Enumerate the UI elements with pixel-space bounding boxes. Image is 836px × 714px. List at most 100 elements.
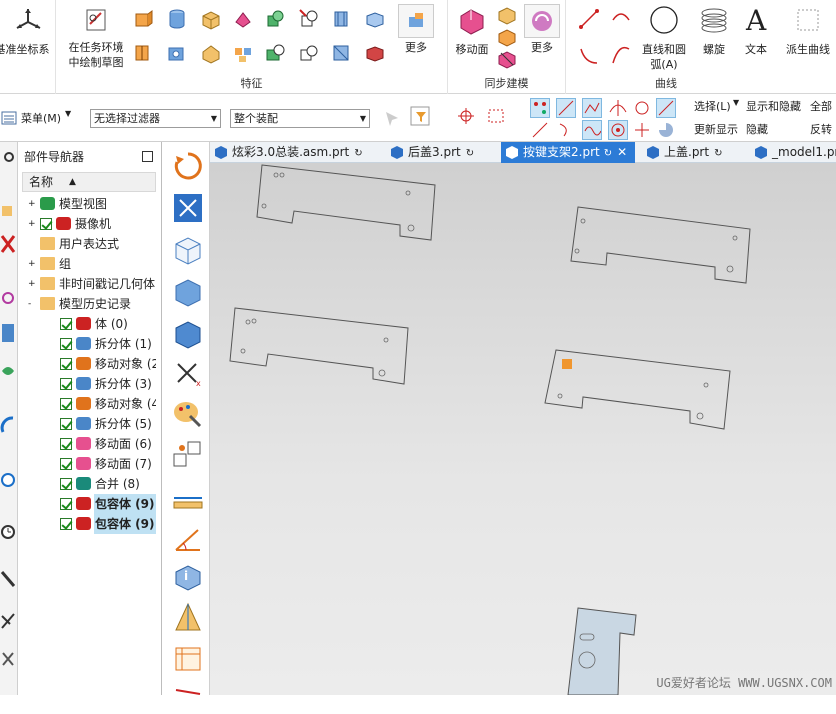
more-features-button[interactable]	[398, 4, 434, 38]
visibility-checkbox[interactable]	[60, 458, 72, 470]
part-nav-icon[interactable]	[0, 290, 16, 306]
visibility-checkbox[interactable]	[60, 518, 72, 530]
filter-funnel-icon[interactable]	[410, 106, 430, 126]
system-scene-icon[interactable]	[0, 650, 16, 668]
tools-icon[interactable]	[0, 570, 16, 588]
tree-row[interactable]: + 非时间戳记几何体	[22, 274, 156, 294]
ruler-box-icon[interactable]	[172, 642, 204, 674]
role-icon[interactable]	[0, 612, 16, 630]
reuse-library-icon[interactable]	[0, 322, 16, 344]
offset-face-icon[interactable]	[364, 8, 386, 30]
snap-control-button[interactable]	[582, 98, 602, 118]
assembly-scope-select[interactable]: 整个装配 ▼	[230, 109, 370, 128]
snap-midpoint-button[interactable]	[556, 98, 576, 118]
settings-icon[interactable]	[2, 150, 16, 164]
menu-dropdown-arrow[interactable]: ▼	[65, 109, 71, 118]
draft-icon[interactable]	[132, 42, 154, 64]
intersect-icon[interactable]	[298, 42, 320, 64]
info-icon[interactable]: i	[172, 560, 204, 592]
collapse-icon[interactable]: -	[28, 300, 36, 309]
tree-row[interactable]: 移动面 (7)	[22, 454, 156, 474]
expand-icon[interactable]: +	[28, 200, 36, 209]
pattern-icon[interactable]	[232, 42, 254, 64]
sketch-in-task-button[interactable]: 在任务环境 中绘制草图	[64, 6, 128, 70]
expand-icon[interactable]: +	[28, 220, 36, 229]
line-icon[interactable]	[578, 8, 600, 30]
name-column-header[interactable]: 名称 ▲	[22, 172, 156, 192]
update-display-button[interactable]: 更新显示	[694, 121, 738, 137]
snap-center-icon[interactable]	[632, 98, 652, 118]
selection-filter-select[interactable]: 无选择过滤器 ▼	[90, 109, 221, 128]
snap-line-icon[interactable]	[530, 120, 550, 140]
expand-icon[interactable]: +	[28, 280, 36, 289]
snap-point-icon[interactable]	[456, 106, 476, 126]
snap-point-on-curve-button[interactable]	[608, 120, 628, 140]
assembly-nav-icon[interactable]	[0, 202, 16, 218]
line-and-arc-button[interactable]: 直线和圆 弧(A)	[636, 4, 692, 72]
tree-row[interactable]: + 模型视图	[22, 194, 156, 214]
helix-button[interactable]: 螺旋	[694, 4, 734, 57]
cylinder-icon[interactable]	[166, 8, 188, 30]
tree-row[interactable]: 移动对象 (4	[22, 394, 156, 414]
wireframe-icon[interactable]	[172, 234, 204, 266]
graphics-window[interactable]: UG爱好者论坛 WWW.UGSNX.COM	[210, 163, 836, 696]
palette-icon[interactable]	[172, 398, 204, 430]
tree-row[interactable]: 合并 (8)	[22, 474, 156, 494]
tree-row[interactable]: + 摄像机	[22, 214, 156, 234]
arc-icon[interactable]	[578, 44, 600, 66]
tree-row[interactable]: 包容体 (9)	[22, 494, 156, 514]
tree-row[interactable]: 体 (0)	[22, 314, 156, 334]
hide-button[interactable]: 隐藏	[746, 121, 768, 137]
block-icon[interactable]	[200, 8, 222, 30]
shaded-icon[interactable]	[172, 276, 204, 308]
thicken-icon[interactable]	[330, 42, 352, 64]
tab-top-cover[interactable]: 上盖.prt ↻	[642, 142, 742, 163]
visibility-checkbox[interactable]	[60, 478, 72, 490]
pull-face-icon[interactable]	[496, 4, 518, 26]
visibility-checkbox[interactable]	[40, 218, 52, 230]
tab-assembly[interactable]: 炫彩3.0总装.asm.prt ↻	[210, 142, 372, 163]
hole-icon[interactable]	[166, 42, 188, 64]
revolve-icon[interactable]	[232, 8, 254, 30]
derived-curve-button[interactable]: 派生曲线	[780, 4, 836, 57]
move-face-button[interactable]: 移动面	[450, 6, 494, 57]
web-browser-icon[interactable]	[0, 414, 16, 436]
text-button[interactable]: A 文本	[736, 4, 776, 57]
boolean-subtract-icon[interactable]	[298, 8, 320, 30]
visibility-checkbox[interactable]	[60, 378, 72, 390]
chamfer-icon[interactable]	[200, 42, 222, 64]
maximize-icon[interactable]	[142, 151, 153, 162]
tree-row[interactable]: 用户表达式	[22, 234, 156, 254]
csys-display-icon[interactable]: x	[172, 358, 204, 390]
delete-face-icon[interactable]	[496, 48, 518, 70]
tree-row[interactable]: 拆分体 (3)	[22, 374, 156, 394]
layer-move-icon[interactable]	[172, 438, 204, 470]
tree-row[interactable]: 移动面 (6)	[22, 434, 156, 454]
more-view-icon[interactable]	[172, 682, 204, 714]
tree-row[interactable]: + 组	[22, 254, 156, 274]
tree-row[interactable]: 包容体 (9)	[22, 514, 156, 534]
emboss-icon[interactable]	[364, 42, 386, 64]
refresh-icon[interactable]	[172, 150, 204, 182]
history-icon[interactable]	[0, 470, 16, 490]
tab-back-cover[interactable]: 后盖3.prt ↻	[386, 142, 496, 163]
visibility-checkbox[interactable]	[60, 358, 72, 370]
expand-icon[interactable]: +	[28, 260, 36, 269]
menu-button[interactable]: 菜单(M)	[21, 110, 61, 126]
trim-body-icon[interactable]	[264, 42, 286, 64]
extrude-icon[interactable]	[132, 8, 154, 30]
tab-model1[interactable]: _model1.pr	[750, 142, 836, 163]
boolean-unite-icon[interactable]	[264, 8, 286, 30]
visibility-checkbox[interactable]	[60, 398, 72, 410]
snap-plus-icon[interactable]	[632, 120, 652, 140]
curve-icon[interactable]	[610, 8, 632, 30]
shell-icon[interactable]	[330, 8, 352, 30]
spline-icon[interactable]	[610, 44, 632, 66]
visibility-checkbox[interactable]	[60, 318, 72, 330]
visibility-checkbox[interactable]	[60, 418, 72, 430]
select-menu-button[interactable]: 选择(L)	[694, 98, 731, 114]
section-view-icon[interactable]	[172, 602, 204, 634]
more-sync-button[interactable]	[524, 4, 560, 38]
datum-csys-button[interactable]: 基准坐标系	[0, 6, 56, 57]
rectangle-select-icon[interactable]	[486, 106, 506, 126]
